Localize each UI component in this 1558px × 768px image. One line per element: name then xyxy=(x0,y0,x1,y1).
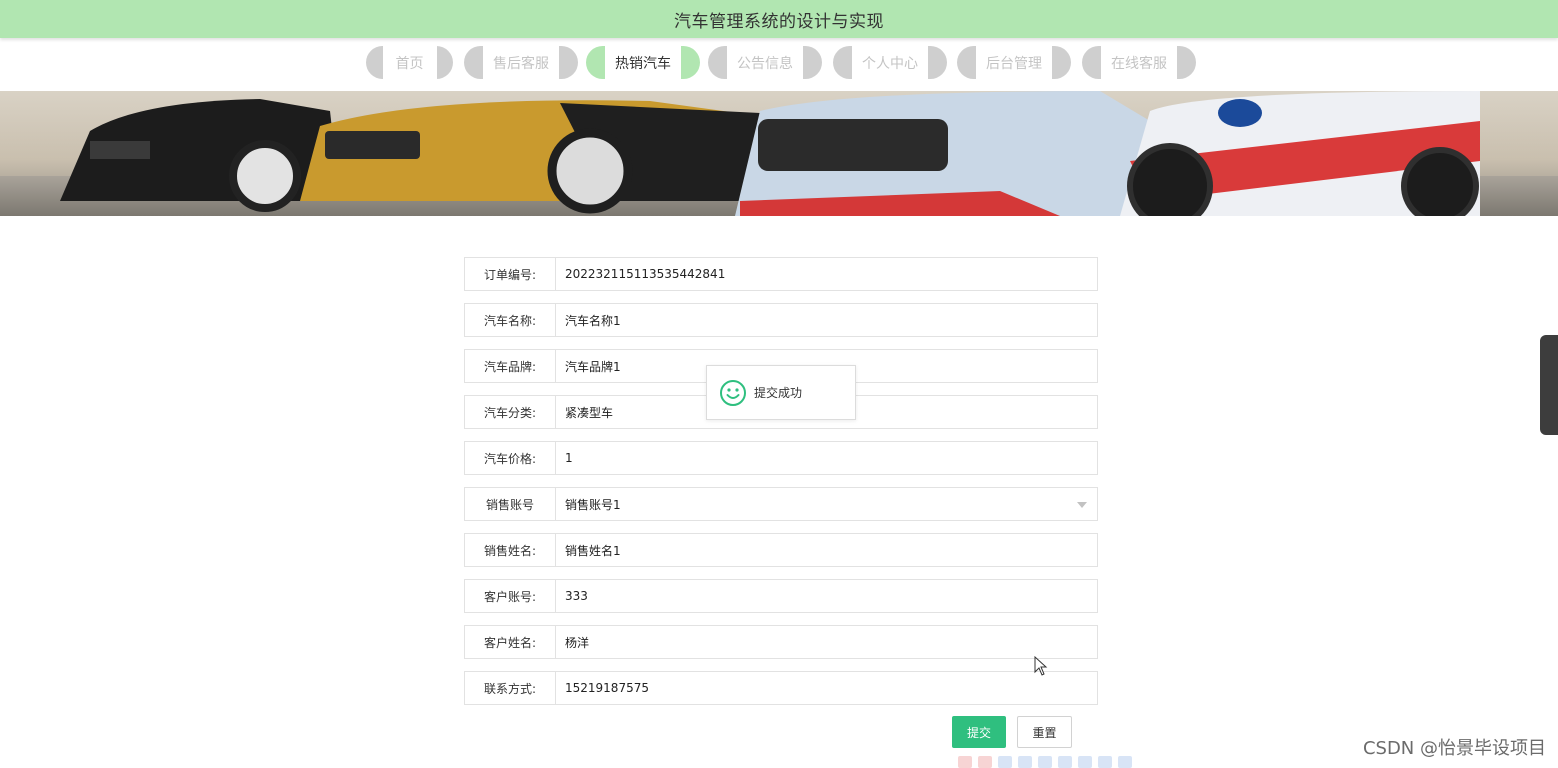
toolbar-icon xyxy=(958,756,972,768)
customer-account-field[interactable] xyxy=(565,580,1097,612)
toolbar-icon xyxy=(1078,756,1092,768)
field-label: 汽车价格: xyxy=(464,441,556,475)
nav-item-label: 后台管理 xyxy=(976,46,1052,79)
nav-item-label: 热销汽车 xyxy=(605,46,681,79)
page-title: 汽车管理系统的设计与实现 xyxy=(674,11,884,32)
nav-item-label: 个人中心 xyxy=(852,46,928,79)
watermark-text: CSDN @怡景毕设项目 xyxy=(1362,738,1546,759)
contact-input[interactable] xyxy=(556,671,1098,705)
banner-cars-illustration xyxy=(60,91,1480,216)
field-label: 销售账号 xyxy=(464,487,556,521)
reset-button[interactable]: 重置 xyxy=(1017,716,1072,748)
nav-item-online-service[interactable]: 在线客服 xyxy=(1082,46,1196,79)
nav-item-hot-cars[interactable]: 热销汽车 xyxy=(586,46,700,79)
contact-field[interactable] xyxy=(565,672,1097,704)
field-label: 汽车品牌: xyxy=(464,349,556,383)
top-bar: 汽车管理系统的设计与实现 xyxy=(0,0,1558,38)
sales-account-select[interactable]: 销售账号1 xyxy=(556,487,1098,521)
order-number-input[interactable] xyxy=(556,257,1098,291)
field-label: 客户账号: xyxy=(464,579,556,613)
nav-item-label: 在线客服 xyxy=(1101,46,1177,79)
sales-account-selected-value: 销售账号1 xyxy=(565,497,621,512)
customer-name-input[interactable] xyxy=(556,625,1098,659)
toolbar-icon xyxy=(1018,756,1032,768)
mouse-cursor-icon xyxy=(1034,656,1048,676)
form-row-customer-account: 客户账号: xyxy=(464,579,1098,613)
sales-name-field[interactable] xyxy=(565,534,1097,566)
toolbar-icon xyxy=(1058,756,1072,768)
field-label: 客户姓名: xyxy=(464,625,556,659)
toolbar-icon xyxy=(1038,756,1052,768)
field-label: 联系方式: xyxy=(464,671,556,705)
field-label: 销售姓名: xyxy=(464,533,556,567)
nav-item-label: 首页 xyxy=(382,46,437,79)
field-label: 汽车名称: xyxy=(464,303,556,337)
toast-message: 提交成功 xyxy=(754,386,803,400)
field-label: 订单编号: xyxy=(464,257,556,291)
car-name-field[interactable] xyxy=(565,304,1097,336)
main-nav: 首页 售后客服 热销汽车 公告信息 个人中心 后台管理 在线客服 xyxy=(0,46,1558,82)
form-row-contact: 联系方式: xyxy=(464,671,1098,705)
sales-name-input[interactable] xyxy=(556,533,1098,567)
form-row-sales-name: 销售姓名: xyxy=(464,533,1098,567)
form-row-car-name: 汽车名称: xyxy=(464,303,1098,337)
form-row-car-price: 汽车价格: xyxy=(464,441,1098,475)
toolbar-icon xyxy=(978,756,992,768)
submit-button[interactable]: 提交 xyxy=(952,716,1006,748)
form-row-sales-account: 销售账号 销售账号1 xyxy=(464,487,1098,521)
side-scroll-tab[interactable] xyxy=(1540,335,1558,435)
nav-item-label: 公告信息 xyxy=(727,46,803,79)
customer-name-field[interactable] xyxy=(565,626,1097,658)
form-row-customer-name: 客户姓名: xyxy=(464,625,1098,659)
nav-item-home[interactable]: 首页 xyxy=(366,46,453,79)
field-label: 汽车分类: xyxy=(464,395,556,429)
nav-item-announcements[interactable]: 公告信息 xyxy=(708,46,822,79)
customer-account-input[interactable] xyxy=(556,579,1098,613)
nav-item-admin[interactable]: 后台管理 xyxy=(957,46,1071,79)
nav-item-label: 售后客服 xyxy=(483,46,559,79)
smile-icon xyxy=(720,379,746,406)
toolbar-icon xyxy=(998,756,1012,768)
toolbar-icon xyxy=(1118,756,1132,768)
form-row-order-number: 订单编号: xyxy=(464,257,1098,291)
nav-item-after-sales[interactable]: 售后客服 xyxy=(464,46,578,79)
banner-image xyxy=(0,91,1558,216)
bottom-toolbar xyxy=(958,756,1132,768)
car-price-field[interactable] xyxy=(565,442,1097,474)
chevron-down-icon[interactable] xyxy=(1077,502,1087,508)
nav-item-profile[interactable]: 个人中心 xyxy=(833,46,947,79)
car-price-input[interactable] xyxy=(556,441,1098,475)
success-toast: 提交成功 xyxy=(706,365,856,420)
toolbar-icon xyxy=(1098,756,1112,768)
car-name-input[interactable] xyxy=(556,303,1098,337)
order-number-field[interactable] xyxy=(565,258,1097,290)
